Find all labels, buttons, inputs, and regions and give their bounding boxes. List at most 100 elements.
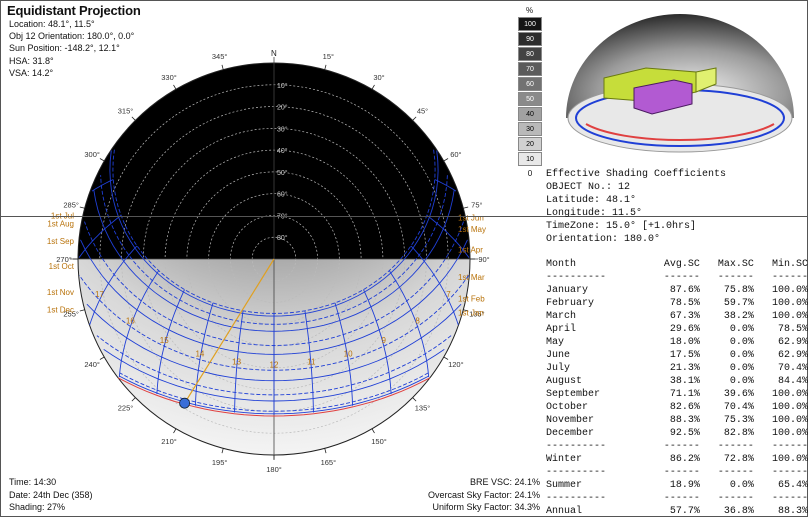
legend-swatch: 30 <box>518 122 542 136</box>
azimuth-tick <box>412 397 417 402</box>
shading-text: Shading: 27% <box>9 502 66 512</box>
table-cell: 100.0% <box>771 415 808 426</box>
table-cell: 87.6% <box>669 285 700 296</box>
table-cell: June <box>546 350 571 361</box>
azimuth-tick <box>99 158 105 162</box>
table-cell: 100.0% <box>771 454 808 465</box>
table-cell: 84.4% <box>777 376 808 387</box>
table-cell: 59.7% <box>723 298 754 309</box>
table-cell: 18.0% <box>669 337 700 348</box>
azimuth-label: 60° <box>450 150 461 159</box>
azimuth-tick <box>371 428 375 434</box>
dash-cell: ------ <box>771 272 808 283</box>
table-cell: 100.0% <box>771 389 808 400</box>
table-cell: 82.8% <box>723 428 754 439</box>
table-cell: 65.4% <box>777 480 808 491</box>
sky-factor-info: BRE VSC: 24.1% Overcast Sky Factor: 24.1… <box>390 476 540 514</box>
azimuth-tick <box>79 206 85 209</box>
altitude-label: 40° <box>277 147 288 155</box>
table-cell: 100.0% <box>771 311 808 322</box>
azimuth-label: 225° <box>118 403 134 412</box>
shading-legend: 100 90 80 70 60 50 40 30 20 10 0 <box>518 17 542 178</box>
azimuth-label: 150° <box>371 437 387 446</box>
table-cell: 17.5% <box>669 350 700 361</box>
table-cell: Summer <box>546 480 583 491</box>
hour-label: 8 <box>415 317 420 326</box>
table-cell: October <box>546 402 589 413</box>
table-cell: November <box>546 415 595 426</box>
date-label: 1st Oct <box>49 262 75 271</box>
dash-cell: ------ <box>717 493 754 504</box>
uniform-text: Uniform Sky Factor: 34.3% <box>432 502 540 512</box>
hour-label: 14 <box>195 350 204 359</box>
table-cell: 92.5% <box>669 428 700 439</box>
dash-row: ---------- ------ ------ ------ <box>546 466 808 479</box>
dash-cell: ---------- <box>546 467 607 478</box>
esc-object: OBJECT No.: 12 <box>546 182 631 193</box>
dash-cell: ---------- <box>546 493 607 504</box>
date-label: 1st Nov <box>47 288 74 297</box>
dash-cell: ------ <box>771 493 808 504</box>
hour-label: 9 <box>382 336 387 345</box>
esc-longitude: Longitude: 11.5° <box>546 208 643 219</box>
dash-cell: ------ <box>663 272 700 283</box>
azimuth-tick <box>463 206 469 209</box>
table-cell: 57.7% <box>669 506 700 517</box>
date-label: 1st Dec <box>47 306 74 315</box>
altitude-label: 50° <box>277 169 288 177</box>
table-cell: 71.1% <box>669 389 700 400</box>
table-cell: 70.4% <box>777 363 808 374</box>
orientation-text: Obj 12 Orientation: 180.0°, 0.0° <box>9 31 135 42</box>
3d-sky-dome-view <box>566 14 794 153</box>
table-cell: 78.5% <box>777 324 808 335</box>
table-cell: 100.0% <box>771 285 808 296</box>
location-text: Location: 48.1°, 11.5° <box>9 19 95 29</box>
table-row: December 92.5% 82.8% 100.0% <box>546 427 808 440</box>
hsa-text: HSA: 31.8° <box>9 55 54 66</box>
azimuth-label: 195° <box>212 458 228 467</box>
table-row: May 18.0% 0.0% 62.9% <box>546 336 808 349</box>
dash-cell: ---------- <box>546 441 607 452</box>
hour-label: 11 <box>307 358 316 367</box>
hour-label: 13 <box>232 358 241 367</box>
table-cell: September <box>546 389 601 400</box>
table-cell: July <box>546 363 571 374</box>
col-max: Max.SC <box>717 259 754 270</box>
table-cell: May <box>546 337 565 348</box>
legend-zero: 0 <box>527 169 533 178</box>
dash-row: ---------- ------ ------ ------ <box>546 492 808 505</box>
dash-row: ---------- ------ ------ ------ <box>546 440 808 453</box>
table-cell: 78.5% <box>669 298 700 309</box>
legend-swatch: 80 <box>518 47 542 61</box>
altitude-label: 20° <box>277 104 288 112</box>
date-label: 1st Apr <box>458 246 483 255</box>
table-cell: 0.0% <box>729 480 754 491</box>
north-label: N <box>271 49 277 58</box>
date-text: Date: 24th Dec (358) <box>9 489 93 500</box>
altitude-label: 10° <box>277 82 288 90</box>
azimuth-tick <box>131 397 136 402</box>
azimuth-tick <box>324 64 327 70</box>
dash-cell: ------ <box>663 441 700 452</box>
table-cell: 36.8% <box>723 506 754 517</box>
azimuth-label: 90° <box>478 255 489 264</box>
azimuth-label: 300° <box>84 150 100 159</box>
legend-unit: % <box>526 6 534 15</box>
date-label: 1st Sep <box>47 237 75 246</box>
table-cell: 0.0% <box>729 376 754 387</box>
azimuth-tick <box>412 116 417 121</box>
azimuth-label: 330° <box>161 73 177 82</box>
esc-heading: Effective Shading Coefficients <box>546 169 727 180</box>
azimuth-label: 165° <box>321 458 337 467</box>
table-cell: 82.6% <box>669 402 700 413</box>
azimuth-tick <box>99 356 105 360</box>
azimuth-label: 285° <box>63 201 79 210</box>
azimuth-label: 210° <box>161 437 177 446</box>
col-min: Min.SC <box>771 259 808 270</box>
esc-timezone: TimeZone: 15.0° [+1.0hrs] <box>546 221 697 232</box>
hour-label: 7 <box>446 290 451 299</box>
azimuth-tick <box>221 64 224 70</box>
time-text: Time: 14:30 <box>9 477 57 487</box>
table-cell: 100.0% <box>771 402 808 413</box>
col-avg: Avg.SC <box>663 259 700 270</box>
